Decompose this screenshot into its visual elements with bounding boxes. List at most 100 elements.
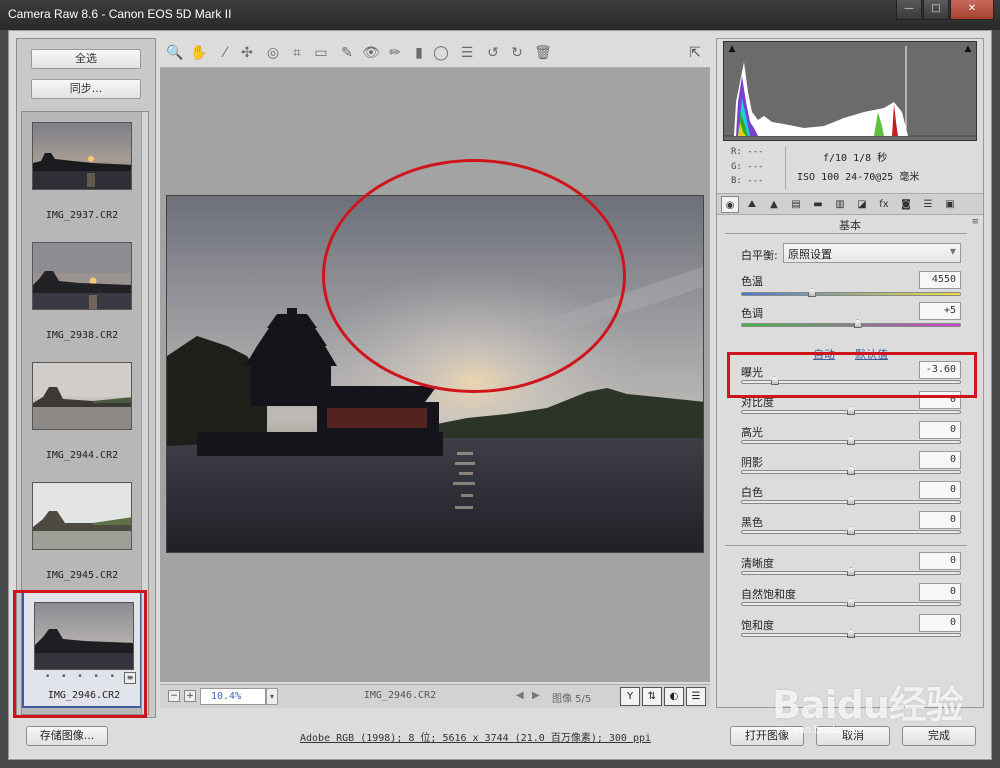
slider-thumb[interactable] <box>847 466 855 475</box>
adjustment-slider[interactable] <box>741 526 961 535</box>
slider-value-field[interactable]: 0 <box>919 552 961 570</box>
slider-value-field[interactable]: 0 <box>919 511 961 529</box>
color-sampler-tool-icon[interactable]: ✣ <box>238 44 256 62</box>
slider-thumb[interactable] <box>853 319 862 328</box>
tab-camera-calibration-icon[interactable]: ◙ <box>897 196 915 213</box>
select-all-button[interactable]: 全选 <box>31 49 141 69</box>
targeted-adjustment-tool-icon[interactable]: ◎ <box>264 44 282 62</box>
slider-value-field[interactable]: 0 <box>919 583 961 601</box>
slider-thumb[interactable] <box>847 629 855 638</box>
slider-label: 白色 <box>741 486 763 499</box>
slider-thumb[interactable] <box>847 496 855 505</box>
annotation-box-exposure <box>727 352 977 398</box>
spot-removal-tool-icon[interactable]: ✎ <box>338 44 356 62</box>
highlight-clipping-icon[interactable]: ▲ <box>962 44 974 54</box>
hand-tool-icon[interactable]: ✋ <box>190 44 208 62</box>
zoom-out-button[interactable]: − <box>168 690 180 702</box>
save-image-button[interactable]: 存储图像... <box>26 726 108 746</box>
tab-basic-icon[interactable]: ◉ <box>721 196 739 213</box>
adjustment-slider[interactable] <box>741 466 961 475</box>
sync-button[interactable]: 同步... <box>31 79 141 99</box>
slider-thumb[interactable] <box>847 526 855 535</box>
thumbnail-image <box>32 242 132 310</box>
tab-effects-icon[interactable]: ◪ <box>853 196 871 213</box>
white-balance-select[interactable]: 原照设置 ▼ <box>783 243 961 263</box>
red-eye-tool-icon[interactable]: 👁 <box>362 44 380 62</box>
tab-detail-icon[interactable]: ▲ <box>765 196 783 213</box>
maximize-button[interactable]: □ <box>923 0 949 20</box>
view-options-button[interactable]: ☰ <box>686 687 706 706</box>
thumbnail-image <box>32 362 132 430</box>
slider-value-field[interactable]: 0 <box>919 614 961 632</box>
tab-tone-curve-icon[interactable]: ⛰ <box>743 196 761 213</box>
filmstrip-item[interactable]: IMG_2944.CR2 <box>22 352 142 470</box>
watermark-url: jingyan.baidu.com <box>776 724 865 736</box>
minimize-button[interactable]: — <box>896 0 922 20</box>
slider-thumb[interactable] <box>847 598 855 607</box>
slider-value-field[interactable]: 0 <box>919 421 961 439</box>
temperature-field[interactable]: 4550 <box>919 271 961 289</box>
slider-thumb[interactable] <box>847 406 855 415</box>
tint-field[interactable]: +5 <box>919 302 961 320</box>
graduated-filter-icon[interactable]: ▮ <box>410 44 428 62</box>
trash-icon[interactable]: 🗑 <box>534 44 552 62</box>
adjustment-slider[interactable] <box>741 406 961 415</box>
panel-menu-icon[interactable]: ≡ <box>971 217 979 227</box>
image-preview[interactable] <box>160 68 710 682</box>
filmstrip-item[interactable]: IMG_2937.CR2 <box>22 112 142 230</box>
adjustment-slider[interactable] <box>741 436 961 445</box>
open-photoshop-icon[interactable]: ⇱ <box>686 44 704 62</box>
tab-lens-icon[interactable]: ▥ <box>831 196 849 213</box>
adjustment-slider[interactable] <box>741 629 961 638</box>
preferences-icon[interactable]: ☰ <box>458 44 476 62</box>
crop-tool-icon[interactable]: ⌗ <box>288 44 306 62</box>
thumbnail-filename: IMG_2944.CR2 <box>45 450 119 461</box>
swap-settings-button[interactable]: ◐ <box>664 687 684 706</box>
slider-value-field[interactable]: 0 <box>919 481 961 499</box>
preview-toggle-button[interactable]: Y <box>620 687 640 706</box>
white-balance-tool-icon[interactable]: ⁄ <box>216 44 234 62</box>
slider-thumb[interactable] <box>807 288 816 297</box>
previous-image-icon[interactable]: ◀ <box>516 690 524 701</box>
adjustment-slider[interactable] <box>741 496 961 505</box>
adjustment-panel: ▲ ▲ R: --- G: --- B: --- f/10 1/8 秒 ISO … <box>716 38 984 708</box>
tab-presets-icon[interactable]: ☰ <box>919 196 937 213</box>
tab-hsl-icon[interactable]: ▤ <box>787 196 805 213</box>
close-button[interactable]: ✕ <box>950 0 994 20</box>
adjustment-slider[interactable] <box>741 567 961 576</box>
zoom-tool-icon[interactable]: 🔍 <box>166 44 184 62</box>
tab-fx-icon[interactable]: fx <box>875 196 893 213</box>
zoom-in-button[interactable]: + <box>184 690 196 702</box>
slider-label: 饱和度 <box>741 619 774 632</box>
next-image-icon[interactable]: ▶ <box>532 690 540 701</box>
red-readout: R: --- <box>731 147 764 157</box>
rotate-right-icon[interactable]: ↻ <box>508 44 526 62</box>
adjustment-slider[interactable] <box>741 598 961 607</box>
tab-split-toning-icon[interactable]: ▬ <box>809 196 827 213</box>
rotate-left-icon[interactable]: ↺ <box>484 44 502 62</box>
rgb-readout: R: --- G: --- B: --- <box>731 145 771 189</box>
before-after-button[interactable]: ⇅ <box>642 687 662 706</box>
straighten-tool-icon[interactable]: ▭ <box>312 44 330 62</box>
slider-value-field[interactable]: 0 <box>919 451 961 469</box>
tab-snapshots-icon[interactable]: ▣ <box>941 196 959 213</box>
chevron-down-icon: ▼ <box>949 247 956 256</box>
toolbar: 🔍 ✋ ⁄ ✣ ◎ ⌗ ▭ ✎ 👁 ✏ ▮ ◯ ☰ ↺ ↻ 🗑 ⇱ <box>160 38 710 68</box>
zoom-dropdown-icon[interactable]: ▾ <box>266 688 278 705</box>
slider-label: 高光 <box>741 426 763 439</box>
filmstrip-item[interactable]: IMG_2938.CR2 <box>22 232 142 350</box>
tint-slider[interactable] <box>741 319 961 328</box>
slider-thumb[interactable] <box>847 436 855 445</box>
histogram: ▲ ▲ <box>723 41 977 141</box>
adjustment-brush-icon[interactable]: ✏ <box>386 44 404 62</box>
thumbnail-filename: IMG_2937.CR2 <box>45 210 119 221</box>
workflow-options-link[interactable]: Adobe RGB (1998); 8 位; 5616 x 3744 (21.0… <box>300 729 700 744</box>
filmstrip-item[interactable]: IMG_2945.CR2 <box>22 472 142 590</box>
slider-thumb[interactable] <box>847 567 855 576</box>
temperature-slider[interactable] <box>741 288 961 297</box>
slider-label: 自然饱和度 <box>741 588 796 601</box>
radial-filter-icon[interactable]: ◯ <box>432 44 450 62</box>
shadow-clipping-icon[interactable]: ▲ <box>726 44 738 54</box>
zoom-level-field[interactable]: 10.4% <box>200 688 266 705</box>
slider-label: 清晰度 <box>741 557 774 570</box>
